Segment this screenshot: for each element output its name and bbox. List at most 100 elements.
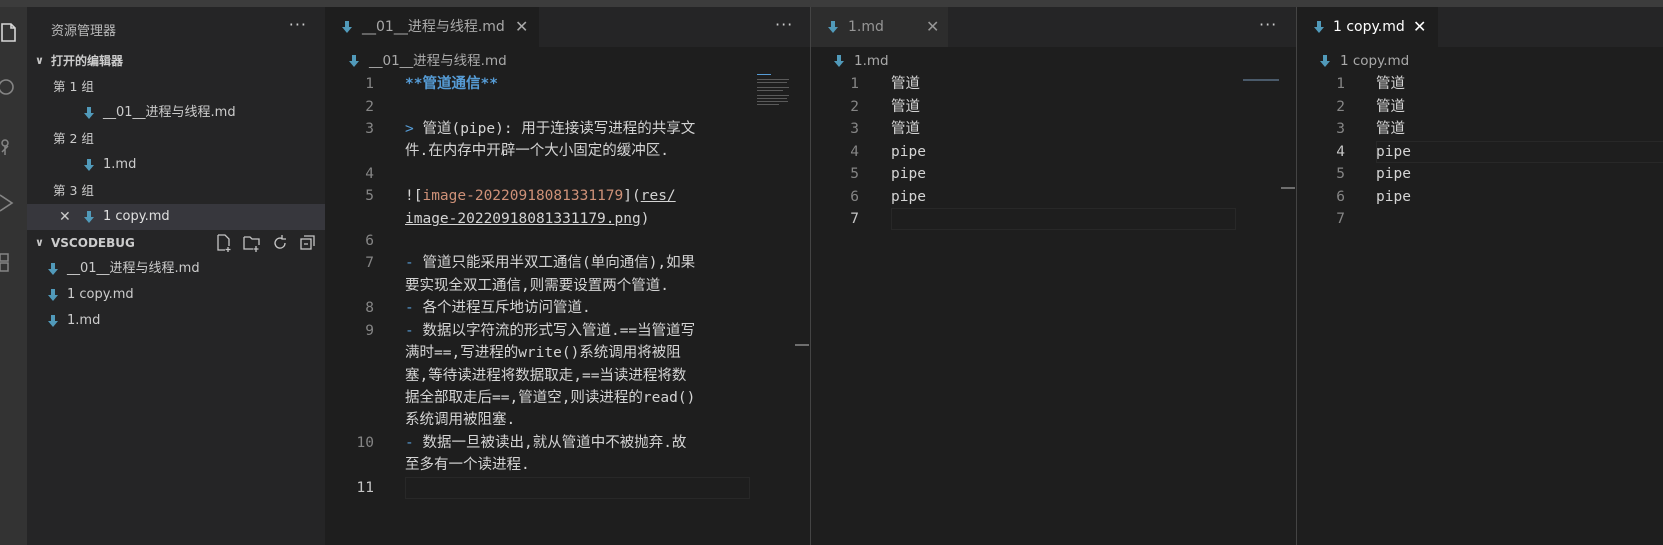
run-debug-icon[interactable] bbox=[0, 191, 20, 215]
markdown-file-icon bbox=[84, 107, 94, 119]
markdown-file-icon bbox=[1320, 55, 1330, 67]
markdown-file-icon bbox=[349, 55, 359, 67]
tab-bar: 1 copy.md ✕ bbox=[1297, 7, 1663, 47]
line-number: 1 bbox=[1336, 76, 1345, 92]
markdown-file-icon bbox=[828, 21, 838, 33]
line-number: 7 bbox=[850, 211, 859, 227]
line-number: 4 bbox=[1336, 144, 1345, 160]
close-icon[interactable]: ✕ bbox=[1413, 7, 1426, 47]
collapse-all-icon[interactable] bbox=[299, 234, 317, 252]
code-line: 管道 bbox=[891, 121, 920, 137]
tab-bar: 1.md ✕ ··· bbox=[811, 7, 1296, 47]
code-line: 管道 bbox=[1376, 99, 1405, 115]
minimap[interactable] bbox=[755, 71, 793, 107]
code-line: 要实现全双工通信,则需要设置两个管道. bbox=[405, 278, 669, 294]
search-icon[interactable] bbox=[0, 75, 20, 99]
line-number: 7 bbox=[1336, 211, 1345, 227]
code-line: 件.在内存中开辟一个大小固定的缓冲区. bbox=[405, 143, 669, 159]
line-number: 5 bbox=[365, 188, 374, 204]
markdown-file-icon bbox=[342, 21, 352, 33]
explorer-sidebar: 资源管理器 ··· ∨ 打开的编辑器 第 1 组 __01__进程与线程.md … bbox=[27, 7, 325, 545]
tab-01-process-thread[interactable]: __01__进程与线程.md ✕ bbox=[325, 7, 539, 47]
line-number: 6 bbox=[1336, 189, 1345, 205]
minimap-slider[interactable] bbox=[1243, 79, 1279, 81]
code-line: image-20220918081331179.png) bbox=[405, 211, 650, 227]
code-line: > 管道(pipe): 用于连接读写进程的共享文 bbox=[405, 121, 696, 137]
markdown-file-icon bbox=[48, 289, 58, 301]
code-line: pipe bbox=[1376, 166, 1411, 182]
editor-group-2: 1.md ✕ ··· 1.md 1 2 3 4 5 6 7 管道 管道 管道 p… bbox=[811, 7, 1296, 545]
close-icon[interactable]: ✕ bbox=[59, 204, 71, 230]
open-editor-item[interactable]: __01__进程与线程.md bbox=[27, 100, 325, 126]
line-number: 1 bbox=[365, 76, 374, 92]
workspace-file-item[interactable]: 1.md bbox=[27, 308, 325, 334]
explorer-title: 资源管理器 bbox=[51, 24, 117, 39]
line-number: 6 bbox=[365, 233, 374, 249]
markdown-file-icon bbox=[84, 159, 94, 171]
line-number: 2 bbox=[365, 99, 374, 115]
workspace-file-item[interactable]: __01__进程与线程.md bbox=[27, 256, 325, 282]
new-file-icon[interactable] bbox=[215, 234, 233, 252]
tab-1-md[interactable]: 1.md ✕ bbox=[811, 7, 948, 47]
title-bar bbox=[0, 0, 1663, 7]
current-line-highlight bbox=[891, 208, 1236, 230]
code-line: 塞,等待读进程将数据取走,==当读进程将数 bbox=[405, 368, 687, 384]
editor-group-3: 1 copy.md ✕ 1 copy.md 1 2 3 4 5 6 7 管道 管… bbox=[1297, 7, 1663, 545]
code-line: 管道 bbox=[1376, 121, 1405, 137]
line-number: 4 bbox=[850, 144, 859, 160]
line-number: 3 bbox=[1336, 121, 1345, 137]
open-editor-item[interactable]: 1.md bbox=[27, 152, 325, 178]
code-line: - 管道只能采用半双工通信(单向通信),如果 bbox=[405, 255, 696, 271]
new-folder-icon[interactable] bbox=[243, 234, 261, 252]
line-number: 2 bbox=[1336, 99, 1345, 115]
code-line: 管道 bbox=[891, 76, 920, 92]
files-icon[interactable] bbox=[0, 21, 20, 45]
scrollbar-position-marker[interactable] bbox=[795, 344, 809, 346]
code-line: 系统调用被阻塞. bbox=[405, 412, 516, 428]
code-line: 据全部取走后==,管道空,则读进程的read() bbox=[405, 390, 696, 406]
code-line: - 数据一旦被读出,就从管道中不被抛弃.故 bbox=[405, 435, 687, 451]
close-icon[interactable]: ✕ bbox=[926, 7, 939, 47]
open-editor-item-active[interactable]: ✕ 1 copy.md bbox=[27, 204, 325, 230]
line-number: 7 bbox=[365, 255, 374, 271]
line-number: 3 bbox=[850, 121, 859, 137]
extensions-icon[interactable] bbox=[0, 249, 20, 273]
markdown-file-icon bbox=[84, 211, 94, 223]
tab-1-copy-md[interactable]: 1 copy.md ✕ bbox=[1297, 7, 1438, 47]
markdown-file-icon bbox=[834, 55, 844, 67]
line-number: 1 bbox=[850, 76, 859, 92]
code-line: pipe bbox=[891, 144, 926, 160]
scrollbar-position-marker[interactable] bbox=[1281, 187, 1295, 189]
close-icon[interactable]: ✕ bbox=[515, 7, 528, 47]
code-line: **管道通信** bbox=[405, 76, 498, 92]
code-line: pipe bbox=[891, 189, 926, 205]
activity-bar bbox=[0, 7, 27, 545]
open-editors-group-1[interactable]: 第 1 组 bbox=[27, 74, 325, 100]
workspace-actions bbox=[215, 230, 317, 256]
source-control-icon[interactable] bbox=[0, 135, 20, 159]
workspace-file-item[interactable]: 1 copy.md bbox=[27, 282, 325, 308]
open-editors-group-2[interactable]: 第 2 组 bbox=[27, 126, 325, 152]
line-number: 3 bbox=[365, 121, 374, 137]
code-line: pipe bbox=[1376, 144, 1411, 160]
editor-more-button[interactable]: ··· bbox=[1259, 15, 1277, 34]
code-line: - 各个进程互斥地访问管道. bbox=[405, 300, 591, 316]
workspace-section[interactable]: ∨ VSCODEBUG bbox=[27, 230, 325, 256]
editor-more-button[interactable]: ··· bbox=[775, 15, 793, 34]
markdown-file-icon bbox=[48, 263, 58, 275]
code-line: - 数据以字符流的形式写入管道.==当管道写 bbox=[405, 323, 696, 339]
code-line: 管道 bbox=[891, 99, 920, 115]
tab-bar: __01__进程与线程.md ✕ ··· bbox=[325, 7, 811, 47]
current-line-highlight bbox=[1376, 141, 1663, 163]
current-line-highlight bbox=[405, 477, 750, 499]
editor-group-1: __01__进程与线程.md ✕ ··· __01__进程与线程.md 1 2 … bbox=[325, 7, 811, 545]
line-number: 8 bbox=[365, 300, 374, 316]
explorer-more-button[interactable]: ··· bbox=[289, 15, 307, 34]
open-editors-group-3[interactable]: 第 3 组 bbox=[27, 178, 325, 204]
chevron-down-icon: ∨ bbox=[35, 54, 44, 67]
code-line: 管道 bbox=[1376, 76, 1405, 92]
line-number: 10 bbox=[356, 435, 374, 451]
refresh-icon[interactable] bbox=[271, 234, 289, 252]
open-editors-section[interactable]: ∨ 打开的编辑器 bbox=[27, 48, 325, 74]
code-line: pipe bbox=[1376, 189, 1411, 205]
